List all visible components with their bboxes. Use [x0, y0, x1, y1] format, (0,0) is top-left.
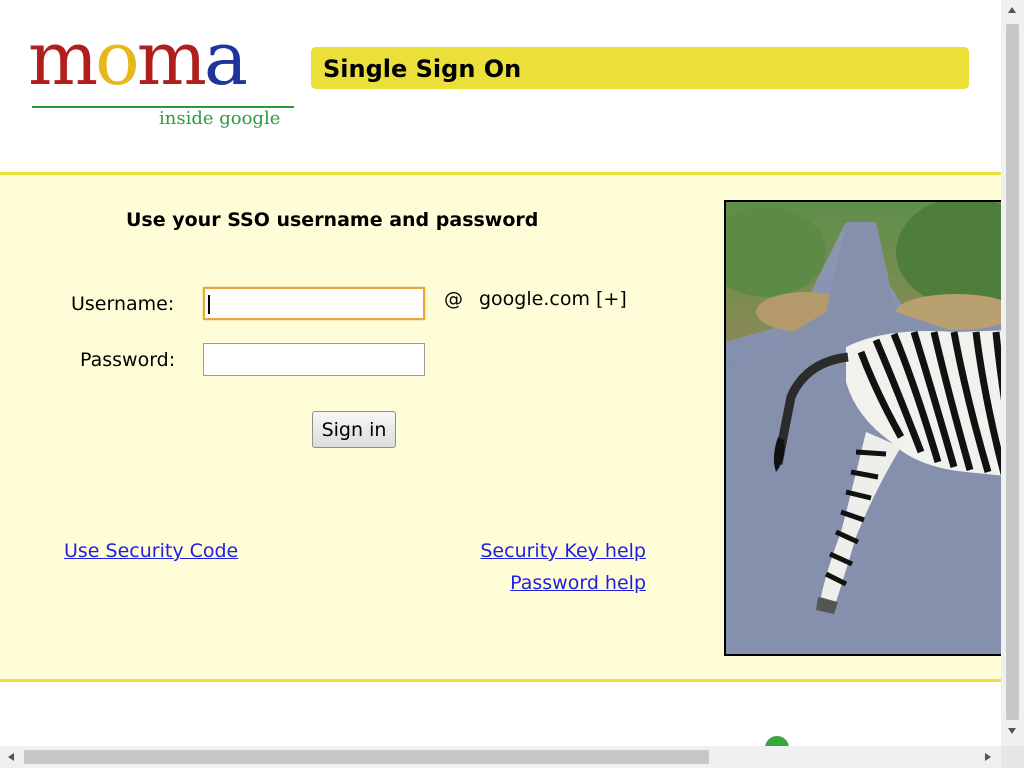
logo-letter-m1: m — [28, 16, 98, 102]
scroll-down-arrow-icon[interactable] — [1008, 728, 1016, 734]
password-input[interactable] — [203, 343, 425, 376]
password-help-link[interactable]: Password help — [510, 572, 646, 594]
status-indicator-icon — [765, 736, 789, 746]
vertical-scroll-thumb[interactable] — [1006, 24, 1019, 720]
moma-logo: moma inside google — [28, 16, 296, 129]
scrollbar-corner — [1001, 746, 1024, 768]
security-key-help-link[interactable]: Security Key help — [480, 540, 646, 562]
scroll-right-arrow-icon[interactable] — [985, 753, 991, 761]
title-bar: Single Sign On — [311, 47, 969, 89]
login-heading: Use your SSO username and password — [126, 209, 539, 231]
domain-selector[interactable]: google.com [+] — [479, 288, 627, 310]
use-security-code-link[interactable]: Use Security Code — [64, 540, 238, 562]
sign-in-button[interactable]: Sign in — [312, 411, 396, 448]
zebra-image — [726, 202, 1001, 654]
sso-page: moma inside google Single Sign On Use yo… — [0, 0, 1001, 746]
logo-subtitle: inside google — [159, 108, 281, 129]
zebra-photo — [724, 200, 1001, 656]
domain-suffix: @ google.com [+] — [444, 288, 627, 310]
at-sign: @ — [444, 288, 463, 310]
scroll-left-arrow-icon[interactable] — [8, 753, 14, 761]
login-panel: Use your SSO username and password Usern… — [0, 172, 1001, 682]
text-caret — [208, 295, 210, 314]
horizontal-scroll-thumb[interactable] — [24, 750, 709, 764]
vertical-scrollbar[interactable] — [1001, 0, 1024, 746]
logo-letter-a: a — [203, 16, 248, 102]
horizontal-scrollbar[interactable] — [0, 746, 1001, 768]
password-label: Password: — [80, 349, 176, 371]
username-input[interactable] — [203, 287, 425, 320]
username-label: Username: — [71, 293, 175, 315]
page-title: Single Sign On — [323, 55, 522, 83]
logo-letter-o: o — [95, 16, 140, 102]
logo-wordmark: moma — [28, 16, 248, 102]
scroll-up-arrow-icon[interactable] — [1008, 7, 1016, 13]
logo-letter-m2: m — [136, 16, 207, 102]
